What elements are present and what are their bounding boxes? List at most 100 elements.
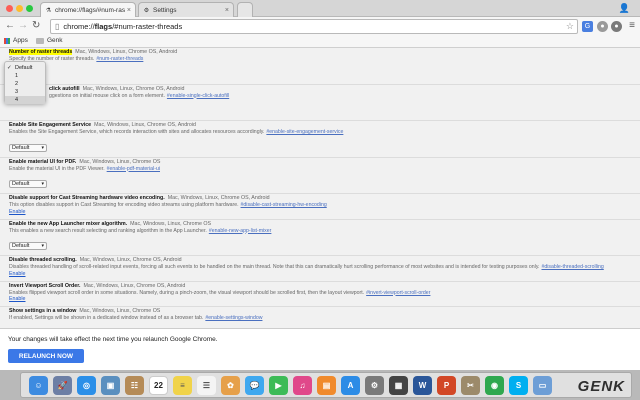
forward-arrow-icon[interactable]: → <box>18 20 28 32</box>
flag-anchor-link[interactable]: #enable-new-app-list-mixer <box>209 228 272 234</box>
skype-icon[interactable]: S <box>509 376 528 395</box>
flag-header: Disable support for Cast Streaming hardw… <box>9 195 632 202</box>
flag-anchor-link[interactable]: #invert-viewport-scroll-order <box>366 290 430 296</box>
flag-anchor-link[interactable]: #enable-site-engagement-service <box>266 129 343 135</box>
bookmark-label: Genk <box>47 37 63 44</box>
reload-icon[interactable]: ↻ <box>32 20 40 32</box>
apps-icon <box>4 37 10 44</box>
itunes-icon[interactable]: ♫ <box>293 376 312 395</box>
flag-description: If enabled, Settings will be shown in a … <box>9 315 632 322</box>
appstore-icon[interactable]: A <box>341 376 360 395</box>
flag-select[interactable]: Default <box>9 180 47 188</box>
back-arrow-icon[interactable]: ← <box>5 20 15 32</box>
flag-select[interactable]: Default <box>9 242 47 250</box>
flag-platforms: Mac, Windows, Linux, Chrome OS, Android <box>83 282 186 289</box>
system-preferences-icon[interactable]: ⚙ <box>365 376 384 395</box>
word-icon[interactable]: W <box>413 376 432 395</box>
flag-header: Show settings in a window Mac, Windows, L… <box>9 308 632 315</box>
new-tab-button[interactable] <box>237 2 253 17</box>
launchpad-icon[interactable]: 🚀 <box>53 376 72 395</box>
reminders-icon[interactable]: ☰ <box>197 376 216 395</box>
bookmark-apps[interactable]: Apps <box>4 37 28 44</box>
minimize-window-button[interactable] <box>16 5 23 12</box>
flag-name: Enable the new App Launcher mixer algori… <box>9 220 128 227</box>
flag-item: Enable Site Engagement Service Mac, Windo… <box>0 121 640 158</box>
page-icon: ▯ <box>55 22 60 31</box>
flag-item: Enable material UI for PDF. Mac, Windows,… <box>0 158 640 194</box>
tab-settings[interactable]: ⚙ Settings × <box>138 2 234 17</box>
dropdown-option[interactable]: 2 <box>5 80 45 88</box>
genk-logo: GENK <box>577 378 625 395</box>
dropdown-option[interactable]: 1 <box>5 72 45 80</box>
tab-strip: ⚗ chrome://flags/#num-raster-threads × ⚙… <box>0 0 640 17</box>
tab-title: Settings <box>153 6 177 14</box>
browser-toolbar: ← → ↻ ▯ chrome://flags/#num-raster-threa… <box>0 17 640 36</box>
flag-platforms: Mac, Windows, Linux, Chrome OS, Android <box>167 195 270 201</box>
facetime-icon[interactable]: ▶ <box>269 376 288 395</box>
photos-icon[interactable]: ✿ <box>221 376 240 395</box>
close-icon[interactable]: × <box>127 7 131 14</box>
address-bar[interactable]: ▯ chrome://flags/#num-raster-threads ☆ <box>50 19 578 34</box>
enable-link[interactable]: Enable <box>9 209 632 216</box>
folder-icon <box>36 37 44 44</box>
notes-icon[interactable]: ≡ <box>173 376 192 395</box>
flag-description: Enables the Site Engagement Service, whi… <box>9 129 632 136</box>
preview-icon[interactable]: ▣ <box>101 376 120 395</box>
flag-anchor-link[interactable]: #enable-settings-window <box>205 315 262 321</box>
flag-anchor-link[interactable]: #disable-threaded-scrolling <box>541 264 603 270</box>
chrome-icon[interactable]: ◉ <box>485 376 504 395</box>
flag-item: Show settings in a window Mac, Windows, L… <box>0 307 640 328</box>
close-window-button[interactable] <box>6 5 13 12</box>
flag-select[interactable]: Default <box>9 143 47 152</box>
flag-anchor-link[interactable]: #enable-single-click-autofill <box>167 93 229 99</box>
bookmark-genk[interactable]: Genk <box>36 37 63 44</box>
flag-item: Number of raster threads Mac, Windows, Li… <box>0 48 640 85</box>
enable-link[interactable]: Enable <box>9 271 632 278</box>
flag-platforms: Mac, Windows, Linux, Chrome OS, Android <box>75 49 178 55</box>
flag-item: Disable threaded scrolling. Mac, Windows,… <box>0 256 640 282</box>
close-icon[interactable]: × <box>225 7 229 14</box>
finder-icon[interactable]: ☺ <box>29 376 48 395</box>
menu-icon[interactable]: ≡ <box>629 20 635 31</box>
folder-icon[interactable]: ▭ <box>533 376 552 395</box>
gear-icon: ⚙ <box>143 7 150 14</box>
flag-platforms: Mac, Windows, Linux, Chrome OS <box>79 158 161 165</box>
ibooks-icon[interactable]: ▤ <box>317 376 336 395</box>
messages-icon[interactable]: 💬 <box>245 376 264 395</box>
flag-name: Number of raster threads <box>9 49 73 55</box>
url-text: chrome://flags/#num-raster-threads <box>63 22 183 31</box>
enable-link[interactable]: Enable <box>9 296 632 303</box>
calendar-icon[interactable]: 22 <box>149 376 168 395</box>
flag-header: Enable material UI for PDF. Mac, Windows,… <box>9 159 632 166</box>
user-profile-icon[interactable]: 👤 <box>619 3 630 14</box>
extension-icon[interactable]: ● <box>597 21 608 32</box>
extension-icon[interactable]: ● <box>611 21 622 32</box>
flag-item: Disable support for Cast Streaming hardw… <box>0 194 640 220</box>
flag-item: click autofill Mac, Windows, Linux, Chrom… <box>0 85 640 121</box>
contacts-icon[interactable]: ☷ <box>125 376 144 395</box>
flag-anchor-link[interactable]: #disable-cast-streaming-hw-encoding <box>241 202 327 208</box>
flag-header: Disable threaded scrolling. Mac, Windows,… <box>9 257 632 264</box>
dropdown-option[interactable]: Default <box>5 64 45 72</box>
photo-booth-icon[interactable]: ▦ <box>389 376 408 395</box>
flag-platforms: Mac, Windows, Linux, Chrome OS <box>79 308 161 314</box>
relaunch-now-button[interactable]: RELAUNCH NOW <box>8 349 84 363</box>
flag-description-text: This enables a new search result selecti… <box>9 227 207 234</box>
dropdown-option[interactable]: 3 <box>5 88 45 96</box>
flag-anchor-link[interactable]: #num-raster-threads <box>96 56 143 62</box>
raster-threads-dropdown[interactable]: Default1234 <box>4 61 46 104</box>
zoom-window-button[interactable] <box>26 5 33 12</box>
flag-platforms: Mac, Windows, Linux, Chrome OS, Android <box>94 122 196 128</box>
bookmark-star-icon[interactable]: ☆ <box>566 21 574 32</box>
relaunch-bar: Your changes will take effect the next t… <box>0 328 640 370</box>
flag-description-text: Enable the material UI in the PDF Viewer… <box>9 165 105 172</box>
flag-item: Invert Viewport Scroll Order. Mac, Window… <box>0 282 640 307</box>
powerpoint-icon[interactable]: P <box>437 376 456 395</box>
tools-icon[interactable]: ✂ <box>461 376 480 395</box>
flags-list[interactable]: Number of raster threads Mac, Windows, Li… <box>0 48 640 328</box>
dropdown-option[interactable]: 4 <box>5 96 45 104</box>
translate-icon[interactable]: G <box>582 21 593 32</box>
tab-flags[interactable]: ⚗ chrome://flags/#num-raster-threads × <box>40 2 136 17</box>
safari-icon[interactable]: ◎ <box>77 376 96 395</box>
flag-anchor-link[interactable]: #enable-pdf-material-ui <box>107 166 160 172</box>
